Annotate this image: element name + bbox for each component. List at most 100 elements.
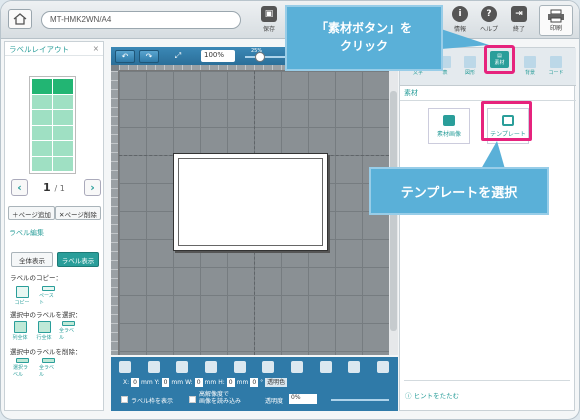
copy-icon[interactable]	[176, 361, 189, 373]
delete-page-button[interactable]: ✕ページ削除	[55, 206, 101, 220]
select-row-button[interactable]: 行全体	[35, 321, 53, 341]
select-column-button[interactable]: 列全体	[11, 321, 29, 341]
copy-label: コピー	[14, 300, 30, 306]
tab-table-label: 表	[442, 70, 448, 76]
add-page-button[interactable]: ＋ページ追加	[8, 206, 55, 220]
printer-icon	[548, 9, 564, 23]
thumb-cell[interactable]	[53, 125, 73, 140]
property-bar: X: 0 mm Y: 0 mm W: 0 mm H: 0 mm 0 ° 透明色 …	[111, 357, 398, 411]
material-image-label: 素材画像	[436, 130, 461, 138]
delete-selected-icon	[15, 358, 29, 363]
print-label: 印刷	[549, 25, 562, 32]
tab-code[interactable]: コード	[546, 56, 566, 82]
show-all-button[interactable]: 全体表示	[11, 252, 53, 267]
close-icon[interactable]: ×	[93, 44, 99, 53]
exit-label: 終了	[512, 26, 525, 33]
panel-title-text: ラベルレイアウト	[9, 45, 69, 54]
paste-button[interactable]: ペースト	[39, 286, 57, 306]
thumb-cell[interactable]	[32, 125, 52, 140]
thumb-cell-selected[interactable]	[32, 79, 52, 94]
zoom-select[interactable]: 100%	[201, 50, 235, 62]
label-layout-panel: ラベルレイアウト × ‹ 1 / 1 › ＋ページ追加 ✕ページ削除 ラベル編集…	[4, 41, 104, 411]
w-label: W:	[185, 379, 193, 386]
redo-button[interactable]: ↷	[139, 49, 159, 63]
copy-button[interactable]: コピー	[13, 286, 31, 306]
select-all-button[interactable]: 全ラベル	[59, 321, 77, 341]
y-unit: mm	[171, 379, 184, 386]
home-button[interactable]	[8, 9, 32, 29]
page-total: / 1	[54, 184, 65, 193]
tab-background[interactable]: 背景	[520, 56, 540, 82]
opacity-field[interactable]: 0%	[289, 394, 317, 404]
select-all-label: 全ラベル	[59, 328, 75, 341]
save-button[interactable]: ▣ 保存	[255, 6, 283, 36]
opacity-slider[interactable]	[331, 399, 389, 401]
show-frame-label: ラベル枠を表示	[131, 398, 174, 405]
show-label-button[interactable]: ラベル表示	[57, 252, 99, 267]
tab-shape[interactable]: 図形	[460, 56, 480, 82]
fit-button[interactable]: ⤢	[171, 50, 185, 63]
document-name-field[interactable]: MT-HMK2WN/A4	[41, 11, 241, 29]
thumb-cell[interactable]	[32, 141, 52, 156]
arrange-icon[interactable]	[233, 361, 246, 373]
tab-material[interactable]: ▤ 素材	[490, 51, 509, 68]
transparent-color-button[interactable]: 透明色	[265, 378, 288, 387]
thumb-cell[interactable]	[53, 141, 73, 156]
undo-button[interactable]: ↶	[115, 49, 135, 63]
x-unit: mm	[140, 379, 153, 386]
options-row: ラベル枠を表示 高解像度で 画像を読み込み 透明度 0%	[117, 391, 392, 407]
lock-icon[interactable]	[348, 361, 361, 373]
delete-selected-button[interactable]: 選択ラベル	[13, 358, 31, 378]
undo-icon: ↶	[121, 51, 129, 61]
layout-thumbnail[interactable]	[29, 76, 76, 174]
tab-code-label: コード	[548, 70, 564, 76]
material-image-button[interactable]: 素材画像	[428, 108, 470, 144]
prev-page-button[interactable]: ‹	[11, 179, 28, 196]
exit-button[interactable]: ⇥ 終了	[505, 6, 533, 36]
h-field[interactable]: 0	[226, 378, 235, 387]
save-label: 保存	[262, 26, 275, 33]
hires-checkbox[interactable]	[189, 396, 196, 403]
instruction-callout-template: テンプレートを選択	[369, 167, 549, 215]
label-preview[interactable]	[173, 153, 328, 251]
show-frame-checkbox[interactable]	[121, 396, 128, 403]
thumb-cell[interactable]	[32, 110, 52, 125]
rotate-icon[interactable]	[290, 361, 303, 373]
thumb-cell[interactable]	[53, 94, 73, 109]
print-button[interactable]: 印刷	[539, 5, 573, 36]
image-icon	[443, 114, 455, 126]
delete-all-button[interactable]: 全ラベル	[39, 358, 57, 378]
trash-icon[interactable]	[119, 361, 131, 373]
zoom-slider-knob[interactable]	[254, 52, 265, 62]
label-inner-frame	[178, 158, 323, 246]
resize-icon[interactable]	[319, 361, 332, 373]
template-highlight	[481, 101, 532, 141]
thumb-cell[interactable]	[53, 156, 73, 171]
tab-shape-label: 図形	[464, 70, 475, 76]
collapse-hint-button[interactable]: ⓘ ヒントをたたむ	[405, 390, 459, 400]
x-field[interactable]: 0	[131, 378, 139, 387]
material-section-title: 素材	[404, 89, 418, 97]
vertical-ruler	[111, 71, 119, 355]
instruction-callout-material: 「素材ボタン」を クリック	[285, 5, 443, 71]
thumb-cell[interactable]	[53, 110, 73, 125]
page-indicator: 1 / 1	[43, 181, 65, 194]
hint-label: ヒントをたたむ	[413, 392, 460, 400]
hires-label: 高解像度で 画像を読み込み	[199, 391, 242, 405]
w-field[interactable]: 0	[194, 378, 203, 387]
layer-icon[interactable]	[376, 361, 389, 373]
rotation-field[interactable]: 0	[250, 378, 259, 387]
y-field[interactable]: 0	[161, 378, 170, 387]
paste-icon[interactable]	[204, 361, 217, 373]
next-page-button[interactable]: ›	[84, 179, 101, 196]
panel-title: ラベルレイアウト ×	[5, 42, 103, 56]
align-icon[interactable]	[262, 361, 275, 373]
thumb-cell[interactable]	[32, 156, 52, 171]
degree-unit: °	[260, 379, 264, 386]
save-icon: ▣	[261, 6, 277, 22]
thumb-cell[interactable]	[32, 94, 52, 109]
cut-icon[interactable]	[147, 361, 160, 373]
tab-background-label: 背景	[524, 70, 535, 76]
info-icon: i	[452, 6, 468, 22]
thumb-cell-selected[interactable]	[53, 79, 73, 94]
